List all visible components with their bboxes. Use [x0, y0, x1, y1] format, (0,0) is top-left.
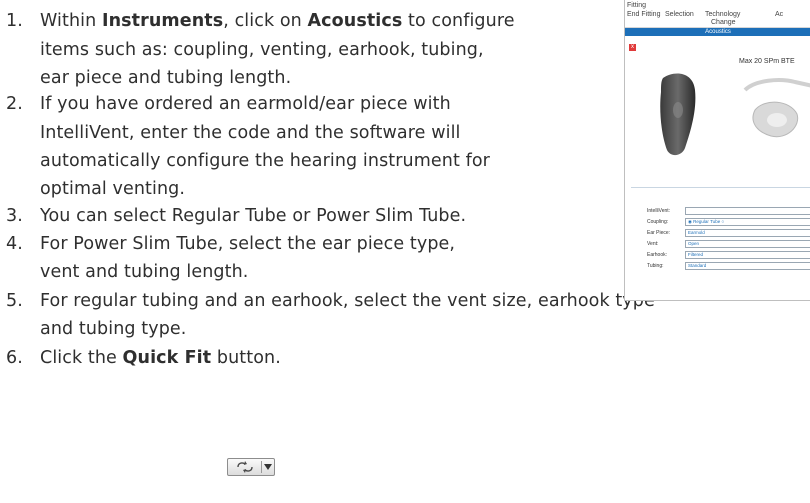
menu-technology: Technology: [705, 11, 741, 18]
text-segment: items such as: coupling, venting, earhoo…: [40, 40, 484, 60]
step-text: For regular tubing and an earhook, selec…: [40, 287, 655, 315]
acoustics-screenshot: Fitting End Fitting Selection Technology…: [624, 0, 810, 301]
step-text: Click the Quick Fit button.: [40, 344, 281, 372]
text-segment: optimal venting.: [40, 179, 186, 199]
field-label: IntelliVent:: [647, 208, 671, 214]
step-number: 3.: [6, 206, 23, 226]
menu-ac: Ac: [775, 11, 784, 18]
step-text: You can select Regular Tube or Power Sli…: [40, 202, 466, 230]
text-segment: and tubing type.: [40, 319, 187, 339]
bold-term: Quick Fit: [122, 348, 212, 368]
text-segment: to configure: [402, 11, 515, 31]
field-label: Earhook:: [647, 252, 668, 258]
hearing-aid-image: [660, 73, 696, 156]
step-number: 4.: [6, 234, 23, 254]
field-value[interactable]: Earmold: [685, 229, 810, 237]
field-value[interactable]: ◉ Regular Tube ○: [685, 218, 810, 226]
text-segment: , click on: [223, 11, 308, 31]
button-separator: [261, 461, 262, 473]
text-segment: If you have ordered an earmold/ear piece…: [40, 94, 451, 114]
quick-fit-button[interactable]: [227, 458, 275, 476]
step-number: 5.: [6, 291, 23, 311]
bold-term: Instruments: [101, 11, 224, 31]
menu-change: Change: [711, 19, 736, 26]
field-label: Vent:: [647, 241, 659, 247]
step-text: items such as: coupling, venting, earhoo…: [40, 36, 484, 64]
quick-fit-icon: [237, 461, 253, 473]
close-icon: x: [629, 44, 636, 51]
screenshot-menu-bar: Fitting End Fitting Selection Technology…: [625, 0, 810, 28]
section-divider: [631, 187, 810, 188]
step-text: If you have ordered an earmold/ear piece…: [40, 90, 451, 118]
text-segment: IntelliVent, enter the code and the soft…: [40, 123, 461, 143]
step-text: ear piece and tubing length.: [40, 64, 291, 92]
step-text: For Power Slim Tube, select the ear piec…: [40, 230, 455, 258]
field-value[interactable]: [685, 207, 810, 215]
field-value[interactable]: Open: [685, 240, 810, 248]
step-text: optimal venting.: [40, 175, 185, 203]
field-value[interactable]: Standard: [685, 262, 810, 270]
text-segment: You can select Regular Tube or Power Sli…: [40, 206, 467, 226]
menu-end-fitting: End Fitting: [627, 11, 661, 18]
text-segment: automatically configure the hearing inst…: [40, 151, 490, 171]
step-number: 1.: [6, 11, 23, 31]
step-text: automatically configure the hearing inst…: [40, 147, 490, 175]
field-label: Coupling:: [647, 219, 669, 225]
bold-term: Acoustics: [307, 11, 403, 31]
step-text: Within Instruments, click on Acoustics t…: [40, 7, 515, 35]
step-number: 2.: [6, 94, 23, 114]
earmold-image: [743, 78, 810, 138]
text-segment: Click the: [40, 348, 123, 368]
text-segment: button.: [211, 348, 281, 368]
step-number: 6.: [6, 348, 23, 368]
text-segment: ear piece and tubing length.: [40, 68, 292, 88]
chevron-down-icon[interactable]: [264, 464, 272, 470]
text-segment: Within: [40, 11, 102, 31]
step-text: vent and tubing length.: [40, 258, 248, 286]
acoustics-tab: Acoustics: [625, 28, 810, 36]
step-text: IntelliVent, enter the code and the soft…: [40, 119, 461, 147]
field-label: Ear Piece:: [647, 230, 671, 236]
model-name: Max 20 SPm BTE: [739, 58, 795, 65]
text-segment: For Power Slim Tube, select the ear piec…: [40, 234, 456, 254]
field-value[interactable]: Filtered: [685, 251, 810, 259]
field-label: Tubing:: [647, 263, 664, 269]
step-text: and tubing type.: [40, 315, 186, 343]
text-segment: For regular tubing and an earhook, selec…: [40, 291, 655, 311]
menu-fitting: Fitting: [627, 2, 647, 9]
text-segment: vent and tubing length.: [40, 262, 249, 282]
menu-selection: Selection: [665, 11, 694, 18]
